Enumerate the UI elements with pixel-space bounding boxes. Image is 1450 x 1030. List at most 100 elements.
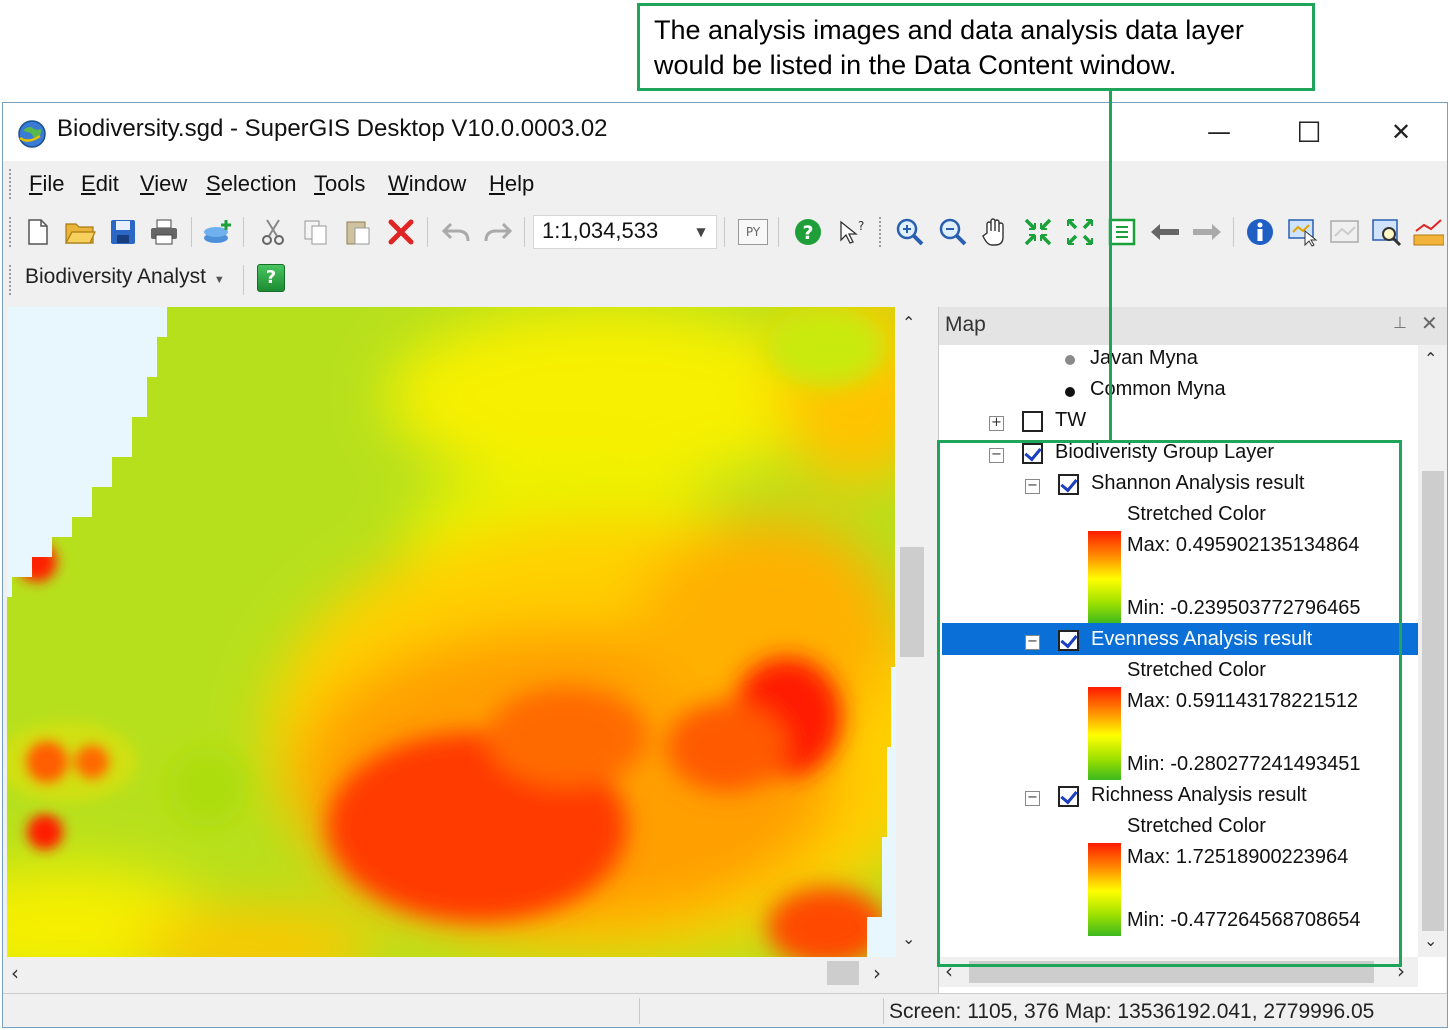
select-features-icon[interactable]: [1286, 215, 1320, 249]
menu-view[interactable]: View: [140, 171, 187, 197]
panel-hscroll-thumb[interactable]: [969, 961, 1374, 983]
redo-icon[interactable]: [481, 215, 515, 249]
toolbar-separator: [724, 217, 725, 247]
app-globe-icon: [18, 120, 46, 148]
menu-tools-label: ools: [325, 171, 366, 196]
scroll-up-icon[interactable]: ⌃: [902, 313, 915, 332]
evenness-layer-label[interactable]: Evenness Analysis result: [1091, 628, 1312, 651]
find-icon[interactable]: [1370, 215, 1404, 249]
scroll-left-icon[interactable]: ‹: [11, 961, 19, 985]
analyst-help-icon[interactable]: ?: [257, 264, 287, 294]
scroll-left-icon[interactable]: ‹: [945, 959, 953, 983]
close-icon: ✕: [1390, 118, 1412, 146]
python-icon[interactable]: PY: [736, 215, 770, 249]
javan-myna-symbol-icon: [1065, 355, 1075, 365]
map-hscroll-thumb[interactable]: [827, 961, 859, 985]
toolbar-separator: [1233, 217, 1234, 247]
map-vscroll-thumb[interactable]: [900, 547, 924, 657]
copy-icon[interactable]: [299, 215, 333, 249]
save-icon[interactable]: [106, 215, 140, 249]
scroll-right-icon[interactable]: ›: [1397, 959, 1405, 983]
toolbar-grip: [9, 217, 12, 247]
standard-toolbar: 1:1,034,533 ▼ PY ? ?: [3, 207, 1447, 255]
window-title: Biodiversity.sgd - SuperGIS Desktop V10.…: [57, 115, 608, 142]
evenness-color-ramp: [1088, 687, 1121, 780]
scroll-down-icon[interactable]: ⌄: [902, 929, 915, 948]
menu-file[interactable]: File: [29, 171, 64, 197]
collapse-richness-icon[interactable]: −: [1025, 791, 1040, 806]
svg-text:?: ?: [858, 219, 864, 233]
map-canvas[interactable]: [7, 307, 902, 957]
menu-help[interactable]: Help: [489, 171, 534, 197]
zoom-full-in-icon[interactable]: [1021, 215, 1055, 249]
pan-icon[interactable]: [978, 215, 1012, 249]
biodiversity-analyst-dropdown[interactable]: Biodiversity Analyst ▼: [25, 265, 225, 289]
delete-icon[interactable]: [384, 215, 418, 249]
legend-javan-myna: Javan Myna: [1090, 347, 1198, 369]
new-file-icon[interactable]: [21, 215, 55, 249]
print-icon[interactable]: [147, 215, 181, 249]
identify-icon[interactable]: [1243, 215, 1277, 249]
group-layer-checkbox[interactable]: [1022, 443, 1043, 464]
layer-tw-label[interactable]: TW: [1055, 409, 1086, 432]
help-icon[interactable]: ?: [791, 215, 825, 249]
back-icon[interactable]: [1148, 215, 1182, 249]
forward-icon[interactable]: [1190, 215, 1224, 249]
pin-icon[interactable]: ⊥: [1393, 313, 1407, 332]
menu-tools-mnemonic: T: [314, 171, 325, 196]
richness-layer-checkbox[interactable]: [1058, 786, 1079, 807]
clear-selection-icon[interactable]: [1328, 215, 1362, 249]
richness-layer-label[interactable]: Richness Analysis result: [1091, 784, 1307, 807]
richness-min-label: Min: -0.477264568708654: [1127, 909, 1361, 931]
group-layer-label[interactable]: Biodiveristy Group Layer: [1055, 441, 1274, 464]
expand-tw-icon[interactable]: +: [989, 416, 1004, 431]
shannon-layer-label[interactable]: Shannon Analysis result: [1091, 472, 1304, 495]
undo-icon[interactable]: [439, 215, 473, 249]
scroll-up-icon[interactable]: ⌃: [1424, 349, 1437, 368]
panel-vscroll-thumb[interactable]: [1422, 471, 1444, 931]
map-scale-value: 1:1,034,533: [542, 218, 659, 243]
menu-window[interactable]: Window: [388, 171, 466, 197]
panel-horizontal-scrollbar[interactable]: ‹ ›: [939, 957, 1418, 987]
menu-window-label: indow: [408, 171, 467, 196]
maximize-button[interactable]: ☐: [1263, 103, 1355, 161]
analyst-help-glyph: ?: [257, 264, 285, 292]
evenness-layer-checkbox[interactable]: [1058, 630, 1079, 651]
open-folder-icon[interactable]: [63, 215, 97, 249]
menu-selection[interactable]: Selection: [206, 171, 297, 197]
close-button[interactable]: ✕: [1355, 103, 1447, 161]
zoom-in-icon[interactable]: [893, 215, 927, 249]
scroll-right-icon[interactable]: ›: [873, 961, 881, 985]
menu-tools[interactable]: Tools: [314, 171, 365, 197]
minimize-icon: —: [1207, 118, 1231, 146]
panel-close-icon[interactable]: ✕: [1421, 311, 1438, 335]
panel-vertical-scrollbar[interactable]: ⌃ ⌄: [1418, 345, 1446, 957]
collapse-shannon-icon[interactable]: −: [1025, 479, 1040, 494]
map-vertical-scrollbar[interactable]: ⌃ ⌄: [896, 307, 928, 957]
menu-edit[interactable]: Edit: [81, 171, 119, 197]
whats-this-icon[interactable]: ?: [833, 215, 867, 249]
scroll-down-icon[interactable]: ⌄: [1424, 931, 1437, 950]
add-data-icon[interactable]: [201, 215, 235, 249]
measure-icon[interactable]: [1411, 215, 1445, 249]
zoom-out-icon[interactable]: [936, 215, 970, 249]
shannon-layer-checkbox[interactable]: [1058, 474, 1079, 495]
menu-view-mnemonic: V: [140, 171, 155, 196]
toolbar-separator: [427, 217, 428, 247]
status-bar: Screen: 1105, 376 Map: 13536192.041, 277…: [3, 993, 1447, 1027]
menu-edit-label: dit: [95, 171, 119, 196]
zoom-full-out-icon[interactable]: [1063, 215, 1097, 249]
status-separator: [639, 998, 640, 1024]
cut-icon[interactable]: [256, 215, 290, 249]
richness-color-ramp: [1088, 843, 1121, 936]
layer-tw-checkbox[interactable]: [1022, 411, 1043, 432]
collapse-evenness-icon[interactable]: −: [1025, 635, 1040, 650]
minimize-button[interactable]: —: [1173, 103, 1265, 161]
collapse-group-icon[interactable]: −: [989, 448, 1004, 463]
chevron-down-icon[interactable]: ▼: [689, 217, 713, 247]
toolbar-grip: [9, 265, 12, 295]
python-label: PY: [738, 219, 768, 245]
menu-bar: File Edit View Selection Tools Window He…: [3, 161, 1447, 207]
paste-icon[interactable]: [341, 215, 375, 249]
map-horizontal-scrollbar[interactable]: ‹ ›: [7, 957, 902, 989]
